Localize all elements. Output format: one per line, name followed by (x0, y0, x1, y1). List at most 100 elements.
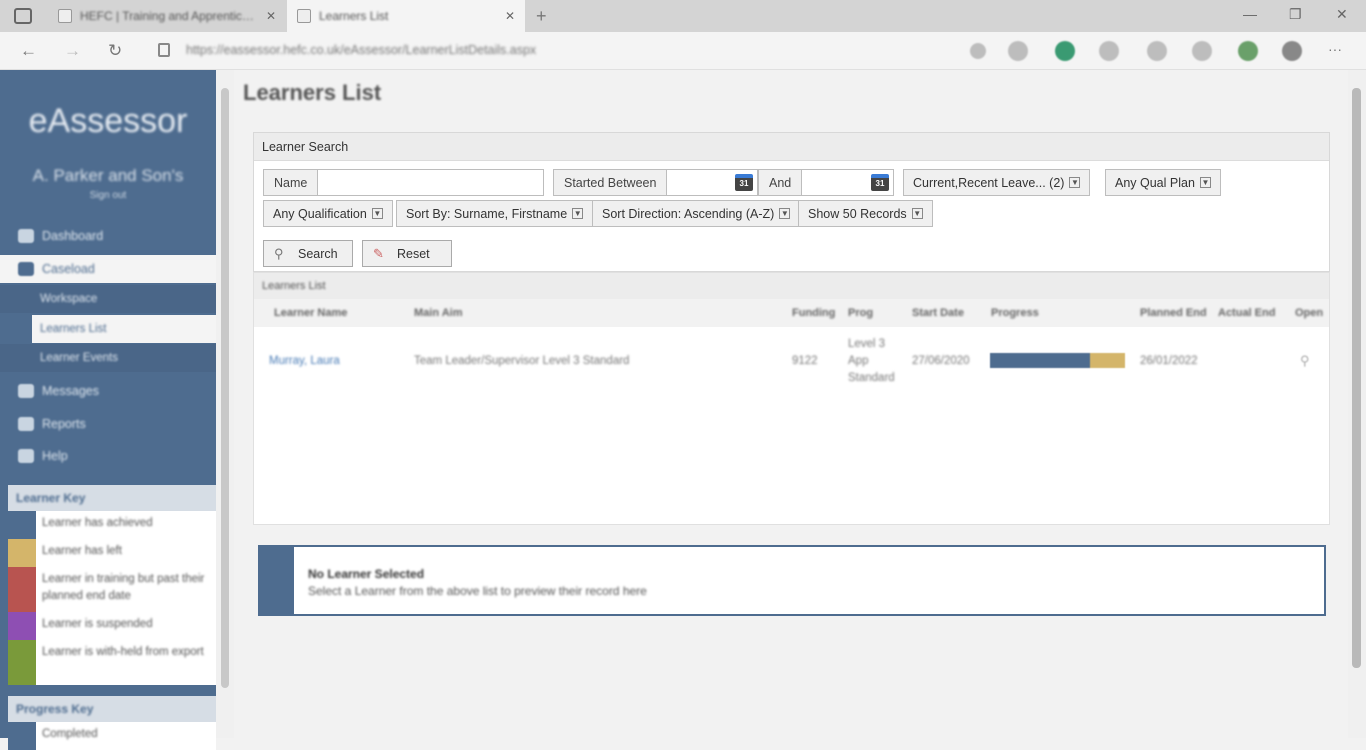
and-date-field: And 31 (758, 169, 894, 196)
main-scrollbar[interactable] (1348, 70, 1366, 738)
search-button[interactable]: ⚲ Search (263, 240, 353, 267)
maximize-icon[interactable]: ❐ (1289, 6, 1302, 23)
main-content: Learners List Learner Search Name Starte… (234, 70, 1348, 738)
key-label: Learner has left (42, 545, 122, 557)
key-icon[interactable] (970, 43, 986, 59)
key-row-left: Learner has left (8, 539, 216, 567)
dropdown-value: Any Qualification (273, 206, 367, 221)
progress-key-title: Progress Key (16, 702, 94, 716)
reset-button[interactable]: ✎ Reset (362, 240, 452, 267)
close-tab-icon[interactable]: ✕ (266, 9, 276, 23)
dropdown-value: Any Qual Plan (1115, 175, 1195, 190)
nav-item-dashboard[interactable]: Dashboard (0, 222, 216, 250)
col-prog[interactable]: Prog (848, 307, 873, 319)
key-row-withheld: Learner is with-held from export (8, 640, 216, 685)
page-title: Learners List (243, 80, 382, 105)
qual-plan-dropdown[interactable]: Any Qual Plan ▼ (1105, 169, 1221, 196)
nav-label: Dashboard (42, 229, 104, 243)
extension-icon[interactable] (1055, 41, 1075, 61)
envelope-icon (18, 384, 34, 398)
lock-icon[interactable] (158, 43, 170, 57)
col-open[interactable]: Open (1295, 307, 1323, 319)
profile-icon[interactable] (1282, 41, 1302, 61)
col-funding[interactable]: Funding (792, 307, 835, 319)
learner-key-heading: Learner Key (8, 485, 216, 511)
refresh-icon[interactable]: ↻ (108, 41, 122, 61)
key-label: Learner is with-held from export (42, 646, 204, 658)
history-icon[interactable] (1192, 41, 1212, 61)
browser-tab-hefc[interactable]: HEFC | Training and Apprenticeship ✕ (48, 0, 286, 32)
page-favicon-icon (58, 9, 72, 23)
show-records-dropdown[interactable]: Show 50 Records ▼ (798, 200, 933, 227)
name-input[interactable] (318, 170, 539, 195)
preview-accent-bar (260, 547, 294, 614)
col-progress[interactable]: Progress (991, 307, 1039, 319)
calendar-icon[interactable]: 31 (871, 174, 889, 191)
key-label: Completed (42, 728, 98, 740)
color-swatch (8, 567, 36, 612)
scrollbar-thumb[interactable] (221, 88, 229, 688)
col-planned-end[interactable]: Planned End (1140, 307, 1207, 319)
learners-list-panel: Learners List Learner Name Main Aim Fund… (253, 272, 1330, 525)
chart-icon (18, 417, 34, 431)
url-field[interactable]: https://eassessor.hefc.co.uk/eAssessor/L… (186, 43, 536, 57)
extension-icon[interactable] (1099, 41, 1119, 61)
nav-label: Reports (42, 417, 86, 431)
learner-search-panel: Learner Search Name Started Between 31 A… (253, 132, 1330, 272)
back-icon[interactable]: ← (20, 41, 37, 61)
nav-item-help[interactable]: Help (0, 442, 216, 470)
window-close-icon[interactable]: ✕ (1336, 6, 1348, 23)
qualification-dropdown[interactable]: Any Qualification ▼ (263, 200, 393, 227)
dropdown-value: Current,Recent Leave... (2) (913, 175, 1065, 190)
name-field: Name (263, 169, 544, 196)
sign-out-link[interactable]: Sign out (0, 190, 216, 201)
learner-name-link[interactable]: Murray, Laura (269, 353, 340, 370)
subnav-item-workspace[interactable]: Workspace (0, 285, 216, 313)
app-logo[interactable]: eAssessor (0, 102, 216, 141)
nav-item-caseload[interactable]: Caseload (0, 255, 216, 283)
col-actual-end[interactable]: Actual End (1218, 307, 1275, 319)
learners-list-header: Learners List (254, 273, 1329, 299)
dashboard-icon (18, 229, 34, 243)
new-tab-icon[interactable]: + (536, 6, 547, 27)
browser-tab-learners-list[interactable]: Learners List ✕ (287, 0, 525, 32)
browser-tab-bar: HEFC | Training and Apprenticeship ✕ Lea… (0, 0, 1366, 32)
status-filter-dropdown[interactable]: Current,Recent Leave... (2) ▼ (903, 169, 1091, 196)
close-tab-icon[interactable]: ✕ (505, 9, 515, 23)
tracking-prevention-icon[interactable] (1008, 41, 1028, 61)
question-icon (18, 449, 34, 463)
sidebar-scrollbar[interactable] (216, 70, 234, 738)
calendar-icon[interactable]: 31 (735, 174, 753, 191)
sort-by-dropdown[interactable]: Sort By: Surname, Firstname ▼ (396, 200, 594, 227)
subnav-item-learners-list[interactable]: Learners List (32, 315, 216, 343)
planned-end-cell: 26/01/2022 (1140, 355, 1198, 367)
col-start-date[interactable]: Start Date (912, 307, 964, 319)
dropdown-value: Sort By: Surname, Firstname (406, 206, 568, 221)
dropdown-value: Show 50 Records (808, 206, 907, 221)
nav-item-reports[interactable]: Reports (0, 410, 216, 438)
col-main-aim[interactable]: Main Aim (414, 307, 463, 319)
main-aim-cell: Team Leader/Supervisor Level 3 Standard (414, 355, 630, 367)
extension-icon[interactable] (1147, 41, 1167, 61)
tab-label: Learners List (319, 9, 389, 23)
scrollbar-thumb[interactable] (1352, 88, 1361, 668)
tab-actions-icon[interactable] (14, 8, 32, 24)
nav-label: Caseload (42, 262, 95, 276)
col-learner-name[interactable]: Learner Name (274, 307, 347, 319)
more-menu-icon[interactable]: ··· (1328, 41, 1342, 57)
color-swatch (8, 511, 36, 539)
subnav-item-learner-events[interactable]: Learner Events (0, 344, 216, 372)
key-label: Learner is suspended (42, 618, 153, 630)
sort-direction-dropdown[interactable]: Sort Direction: Ascending (A-Z) ▼ (592, 200, 801, 227)
extension-icon[interactable] (1238, 41, 1258, 61)
minimize-icon[interactable]: — (1243, 6, 1257, 22)
search-icon: ⚲ (274, 245, 284, 261)
forward-icon[interactable]: → (64, 41, 81, 61)
color-swatch (8, 612, 36, 640)
start-date-cell: 27/06/2020 (912, 355, 970, 367)
nav-label: Help (42, 449, 68, 463)
open-record-icon[interactable]: ⚲ (1300, 353, 1310, 369)
nav-item-messages[interactable]: Messages (0, 377, 216, 405)
nav-label: Workspace (40, 293, 98, 305)
color-swatch (8, 539, 36, 567)
